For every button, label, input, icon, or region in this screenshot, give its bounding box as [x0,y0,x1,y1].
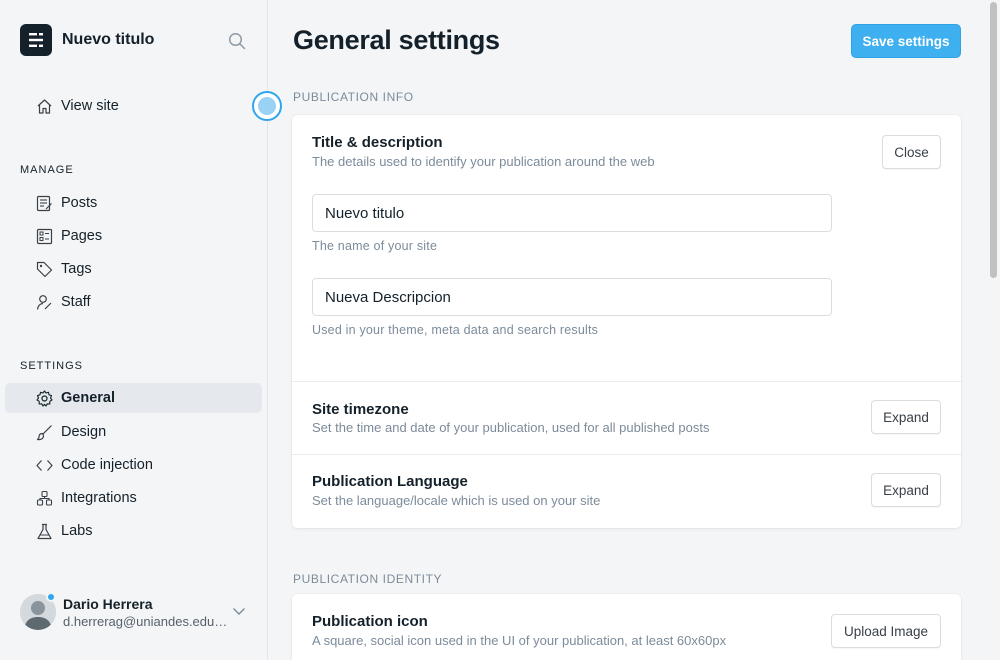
brush-icon [36,424,53,441]
sidebar-item-general[interactable]: General [5,383,262,413]
sidebar-item-integrations[interactable]: Integrations [5,483,262,513]
user-name: Dario Herrera [63,595,153,612]
page-title: General settings [293,25,500,55]
section-description: A square, social icon used in the UI of … [312,633,727,648]
sidebar-item-label: General [61,390,115,406]
home-icon [36,98,53,115]
save-settings-button[interactable]: Save settings [851,24,961,58]
section-description: Set the time and date of your publicatio… [312,420,710,435]
publication-identity-card: Publication icon A square, social icon u… [292,594,961,660]
sidebar-item-staff[interactable]: Staff [5,287,262,317]
sidebar-item-label: Labs [61,523,93,539]
integrations-icon [36,490,53,507]
section-description: The details used to identify your public… [312,154,655,169]
upload-image-button[interactable]: Upload Image [831,614,941,648]
close-button[interactable]: Close [882,135,941,169]
timezone-section: Site timezone Set the time and date of y… [292,382,961,454]
code-icon [36,457,53,474]
staff-icon [36,294,53,311]
sidebar-item-pages[interactable]: Pages [5,221,262,251]
sidebar-item-view-site[interactable]: View site [5,91,262,121]
sidebar-item-label: View site [61,98,119,114]
section-title: Publication Language [312,473,468,490]
section-title: Site timezone [312,401,409,418]
publication-info-label: PUBLICATION INFO [293,90,414,104]
manage-section-label: MANAGE [20,164,74,176]
pages-icon [36,228,53,245]
sidebar-item-code-injection[interactable]: Code injection [5,450,262,480]
site-title-hint: The name of your site [312,239,438,253]
sidebar-item-label: Tags [61,261,92,277]
section-title: Title & description [312,134,443,151]
sidebar-item-label: Integrations [61,490,137,506]
site-description-field[interactable] [312,278,832,316]
tag-icon [36,261,53,278]
search-icon[interactable] [228,32,246,50]
publication-info-card: Title & description The details used to … [292,115,961,528]
expand-language-button[interactable]: Expand [871,473,941,507]
chevron-down-icon [232,604,246,618]
scrollbar[interactable] [987,0,1000,660]
site-description-hint: Used in your theme, meta data and search… [312,323,599,337]
publication-icon-section: Publication icon A square, social icon u… [292,594,961,660]
user-menu[interactable]: Dario Herrera d.herrerag@uniandes.edu.co [20,592,248,632]
section-title: Publication icon [312,613,428,630]
brand[interactable]: Nuevo titulo [20,24,154,56]
status-badge [46,592,56,602]
site-title: Nuevo titulo [62,31,155,48]
sidebar: Nuevo titulo View site MANAGE Posts Page… [0,0,268,660]
scrollbar-thumb[interactable] [990,2,997,278]
site-logo-icon [20,24,52,56]
main-content: General settings Save settings PUBLICATI… [268,0,1000,660]
user-email: d.herrerag@uniandes.edu.co [63,613,228,629]
expand-timezone-button[interactable]: Expand [871,400,941,434]
user-info: Dario Herrera d.herrerag@uniandes.edu.co [63,596,228,629]
sidebar-item-labs[interactable]: Labs [5,516,262,546]
settings-section-label: SETTINGS [20,360,84,372]
site-title-field[interactable] [312,194,832,232]
flask-icon [36,523,53,540]
sidebar-item-label: Code injection [61,457,153,473]
sidebar-item-posts[interactable]: Posts [5,188,262,218]
language-section: Publication Language Set the language/lo… [292,455,961,528]
posts-icon [36,195,53,212]
sidebar-item-tags[interactable]: Tags [5,254,262,284]
title-description-section: Title & description The details used to … [292,115,961,381]
sidebar-item-label: Design [61,424,107,440]
sidebar-item-label: Pages [61,228,103,244]
section-description: Set the language/locale which is used on… [312,493,601,508]
sidebar-item-design[interactable]: Design [5,417,262,447]
sidebar-item-label: Staff [61,294,91,310]
publication-identity-label: PUBLICATION IDENTITY [293,572,443,586]
gear-icon [36,390,53,407]
sidebar-item-label: Posts [61,195,98,211]
